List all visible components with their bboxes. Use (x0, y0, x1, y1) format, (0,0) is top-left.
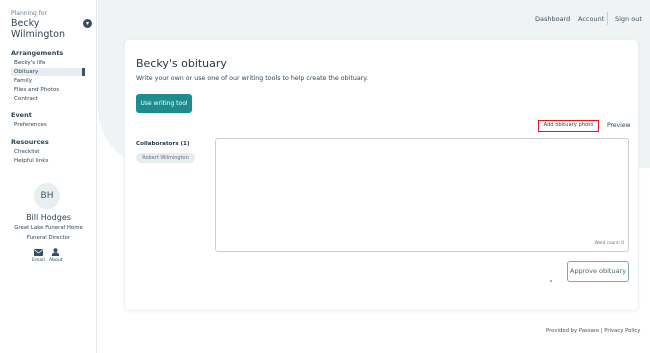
sidebar-item-helpful-links[interactable]: Helpful links (14, 158, 86, 164)
sidebar-item-files-and-photos[interactable]: Files and Photos (14, 87, 86, 93)
funeral-home-name: Great Lake Funeral Home (14, 225, 83, 231)
planning-for-label: Planning for (11, 10, 48, 17)
nav-divider (607, 12, 608, 25)
nav-sign-out[interactable]: Sign out (615, 15, 642, 23)
collaborators-title: Collaborators (1) (136, 141, 190, 147)
nav-dashboard[interactable]: Dashboard (535, 15, 570, 23)
section-arrangements: Arrangements (11, 49, 64, 57)
director-role: Funeral Director (26, 235, 71, 241)
sidebar-item-contract[interactable]: Contract (14, 96, 86, 102)
preview-link[interactable]: Preview (607, 122, 630, 129)
active-indicator (82, 68, 85, 76)
use-writing-tool-button[interactable]: Use writing tool (136, 94, 192, 113)
person-icon[interactable] (51, 248, 60, 256)
obituary-card: Becky's obituary Write your own or use o… (124, 39, 639, 311)
sidebar: Planning for Becky Wilmington ▾ Arrangem… (0, 0, 97, 353)
page-description: Write your own or use one of our writing… (136, 75, 369, 82)
sidebar-item-beckys-life[interactable]: Becky's life (14, 60, 86, 66)
sidebar-item-family[interactable]: Family (14, 78, 86, 84)
director-name: Bill Hodges (26, 213, 71, 222)
footer-text: Provided by Passare | Privacy Policy (546, 328, 641, 334)
obituary-editor[interactable]: Word count: 0 (215, 138, 629, 252)
approve-obituary-button[interactable]: Approve obituary (567, 261, 629, 282)
email-label[interactable]: Email (32, 258, 45, 263)
add-obituary-photo-link[interactable]: Add obituary photo (538, 120, 599, 132)
section-resources: Resources (11, 138, 49, 146)
sidebar-item-checklist[interactable]: Checklist (14, 149, 86, 155)
about-label[interactable]: About (49, 258, 63, 263)
email-icon[interactable] (34, 249, 43, 256)
sidebar-item-preferences[interactable]: Preferences (14, 122, 86, 128)
word-count: Word count: 0 (594, 240, 624, 245)
section-event: Event (11, 111, 32, 119)
sidebar-item-obituary[interactable]: Obituary (11, 68, 85, 76)
avatar: BH (34, 183, 60, 209)
collaborator-chip: Robert Wilmington (136, 153, 195, 163)
nav-account[interactable]: Account (578, 15, 604, 23)
page-title: Becky's obituary (136, 57, 227, 70)
chevron-down-icon[interactable]: ▾ (83, 19, 92, 28)
loading-dot (550, 280, 552, 282)
